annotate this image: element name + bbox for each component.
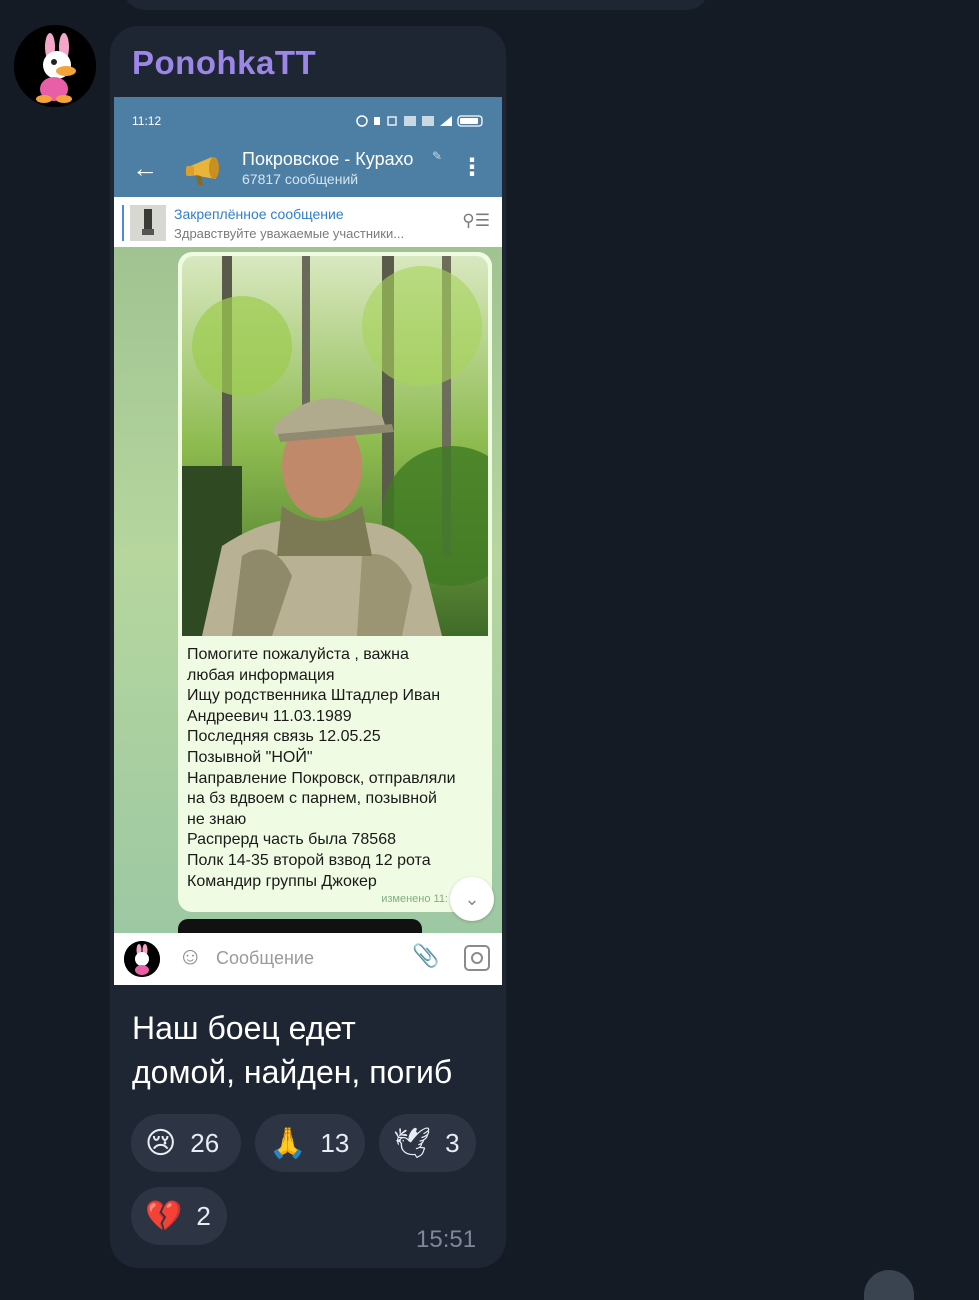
post-photo[interactable] [182, 256, 488, 636]
pinned-message-bar[interactable]: Закреплённое сообщение Здравствуйте уваж… [114, 197, 502, 247]
pinned-title: Закреплённое сообщение [174, 206, 344, 222]
broken-heart-icon: 💔 [145, 1199, 183, 1233]
post-line: Распрерд часть была 78568 [187, 831, 396, 849]
reaction-count: 26 [190, 1127, 220, 1158]
status-time: 11:12 [132, 114, 162, 128]
pinned-indicator [122, 205, 124, 241]
signal-battery-icon [356, 115, 483, 127]
soldier-photo [182, 256, 488, 636]
message-input[interactable]: Сообщение [216, 948, 314, 969]
reaction-count: 2 [196, 1200, 211, 1231]
mute-icon: ✎ [432, 149, 443, 163]
phone-status-bar: 11:12 [114, 97, 502, 147]
megaphone-icon [186, 157, 219, 185]
post-line: Помогите пожалуйста , важна [187, 646, 409, 663]
attached-screenshot[interactable]: 11:12 ← Покровское - Курахо ✎ 67817 сооб… [114, 97, 502, 985]
pinned-thumbnail [130, 205, 166, 241]
channel-message-count: 67817 сообщений [242, 171, 359, 187]
caption-line: Наш боец едет [132, 1010, 356, 1046]
forwarded-post[interactable]: Помогите пожалуйста , важна любая информ… [178, 252, 492, 912]
reaction-pray[interactable]: 🙏 13 [255, 1114, 365, 1172]
crying-face-icon: 😢 [145, 1126, 177, 1160]
post-text: Помогите пожалуйста , важна любая информ… [187, 645, 487, 892]
scroll-down-button[interactable]: ⌄ [450, 877, 494, 921]
edited-label: изменено 11: [381, 893, 448, 905]
chevron-down-icon: ⌄ [464, 889, 480, 909]
post-line: Командир группы Джокер [187, 872, 377, 890]
post-line: Последняя связь 12.05.25 [187, 728, 381, 746]
sender-avatar[interactable] [14, 25, 96, 107]
input-avatar[interactable] [124, 941, 160, 977]
channel-header: ← Покровское - Курахо ✎ 67817 сообщений … [114, 147, 502, 197]
pinned-thumbnail-image [130, 205, 166, 241]
more-menu-icon[interactable]: ⋮ [460, 153, 484, 182]
message-caption: Наш боец едет домой, найден, погиб [132, 1006, 492, 1094]
pinned-list-icon[interactable]: ⚲☰ [462, 211, 490, 231]
reaction-count: 13 [320, 1127, 350, 1158]
post-line: Позывной "НОЙ" [187, 748, 313, 766]
back-arrow-icon[interactable]: ← [132, 153, 158, 184]
previous-message-bubble [122, 0, 710, 10]
folded-hands-icon: 🙏 [269, 1126, 307, 1160]
message-time: 15:51 [416, 1226, 477, 1253]
post-line: Ищу родственника Штадлер Иван [187, 687, 441, 705]
channel-title[interactable]: Покровское - Курахо [242, 149, 413, 170]
sender-name[interactable]: PonohkaTT [132, 44, 316, 82]
pinned-preview: Здравствуйте уважаемые участники... [174, 226, 405, 241]
reaction-broken-heart[interactable]: 💔 2 [131, 1187, 227, 1245]
message-input-bar: ☺ Сообщение 📎 [114, 933, 502, 985]
status-icons [356, 114, 486, 131]
post-line: любая информация [187, 666, 335, 684]
caption-line: домой, найден, погиб [132, 1054, 453, 1090]
reaction-count: 3 [445, 1127, 460, 1158]
post-line: Направление Покровск, отправляли [187, 769, 456, 787]
duck-avatar-icon [14, 25, 96, 107]
emoji-icon[interactable]: ☺ [178, 943, 203, 971]
post-line: на бз вдвоем с парнем, позывной [187, 790, 437, 808]
duck-avatar-small-icon [124, 941, 160, 977]
post-line: Андреевич 11.03.1989 [187, 707, 352, 725]
paperclip-icon[interactable]: 📎 [412, 943, 439, 969]
reaction-crying[interactable]: 😢 26 [131, 1114, 241, 1172]
post-line: Полк 14-35 второй взвод 12 рота [187, 851, 431, 869]
post-line: не знаю [187, 810, 247, 828]
reaction-dove[interactable]: 🕊 3 [379, 1114, 476, 1172]
camera-icon[interactable] [464, 945, 490, 971]
scroll-to-bottom-button[interactable] [864, 1270, 914, 1300]
dove-icon: 🕊 [393, 1126, 432, 1160]
next-post-preview [178, 919, 422, 933]
